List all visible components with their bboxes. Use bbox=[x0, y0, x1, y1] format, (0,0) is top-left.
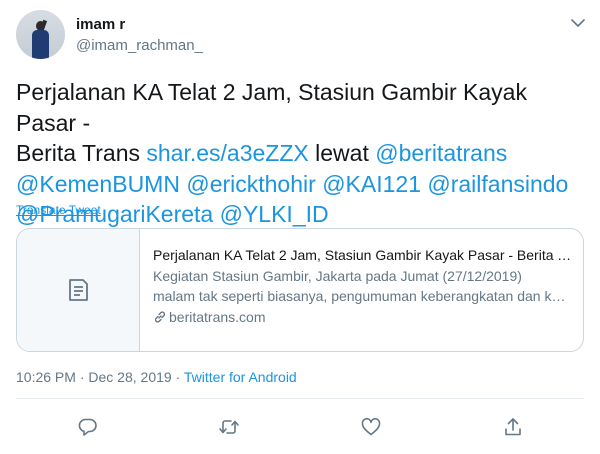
avatar[interactable] bbox=[16, 10, 65, 59]
share-button[interactable] bbox=[502, 416, 524, 438]
reply-icon bbox=[78, 418, 97, 436]
divider bbox=[16, 398, 584, 399]
mention-kai121[interactable]: @KAI121 bbox=[322, 171, 421, 197]
tweet-text: Perjalanan KA Telat 2 Jam, Stasiun Gambi… bbox=[16, 77, 588, 230]
mention-beritatrans[interactable]: @beritatrans bbox=[375, 140, 507, 166]
mention-railfansindo[interactable]: @railfansindo bbox=[427, 171, 568, 197]
card-domain: beritatrans.com bbox=[153, 307, 573, 327]
like-icon bbox=[361, 418, 381, 436]
display-name[interactable]: imam r bbox=[76, 16, 125, 33]
card-description: Kegiatan Stasiun Gambir, Jakarta pada Ju… bbox=[153, 266, 573, 306]
tweet-text-line2: Berita Trans bbox=[16, 140, 147, 166]
card-description-line1: Kegiatan Stasiun Gambir, Jakarta pada Ju… bbox=[153, 268, 522, 284]
mention-erickthohir[interactable]: @erickthohir bbox=[186, 171, 315, 197]
mention-ylki[interactable]: @YLKI_ID bbox=[220, 201, 329, 227]
card-title: Perjalanan KA Telat 2 Jam, Stasiun Gambi… bbox=[153, 247, 573, 263]
meta-separator: · bbox=[75, 369, 89, 385]
card-description-line2: malam tak seperti biasanya, pengumuman k… bbox=[153, 288, 573, 304]
mention-kemenbumn[interactable]: @KemenBUMN bbox=[16, 171, 180, 197]
like-button[interactable] bbox=[360, 416, 382, 438]
meta-separator: · bbox=[171, 369, 184, 385]
link-icon bbox=[154, 311, 166, 323]
avatar-body bbox=[32, 30, 49, 59]
card-body: Perjalanan KA Telat 2 Jam, Stasiun Gambi… bbox=[153, 245, 573, 327]
reply-button[interactable] bbox=[77, 416, 99, 438]
user-handle[interactable]: @imam_rachman_ bbox=[76, 37, 203, 54]
tweet: imam r @imam_rachman_ Perjalanan KA Tela… bbox=[0, 0, 600, 454]
link-preview-card[interactable]: Perjalanan KA Telat 2 Jam, Stasiun Gambi… bbox=[16, 228, 584, 352]
tweet-date[interactable]: Dec 28, 2019 bbox=[88, 369, 171, 385]
tweet-time[interactable]: 10:26 PM bbox=[16, 369, 76, 385]
retweet-button[interactable] bbox=[218, 416, 240, 438]
chevron-down-icon[interactable] bbox=[569, 14, 587, 32]
share-icon bbox=[505, 418, 521, 436]
card-domain-text: beritatrans.com bbox=[169, 309, 266, 325]
tweet-text-lewat: lewat bbox=[308, 140, 376, 166]
retweet-icon bbox=[219, 420, 239, 434]
tweet-source[interactable]: Twitter for Android bbox=[184, 369, 297, 385]
tweet-meta: 10:26 PM · Dec 28, 2019 · Twitter for An… bbox=[16, 369, 297, 385]
card-thumbnail bbox=[17, 229, 140, 351]
short-link[interactable]: shar.es/a3eZZX bbox=[146, 140, 308, 166]
tweet-text-line1: Perjalanan KA Telat 2 Jam, Stasiun Gambi… bbox=[16, 79, 527, 136]
translate-tweet-link[interactable]: Translate Tweet bbox=[16, 203, 101, 217]
document-icon bbox=[69, 279, 88, 301]
